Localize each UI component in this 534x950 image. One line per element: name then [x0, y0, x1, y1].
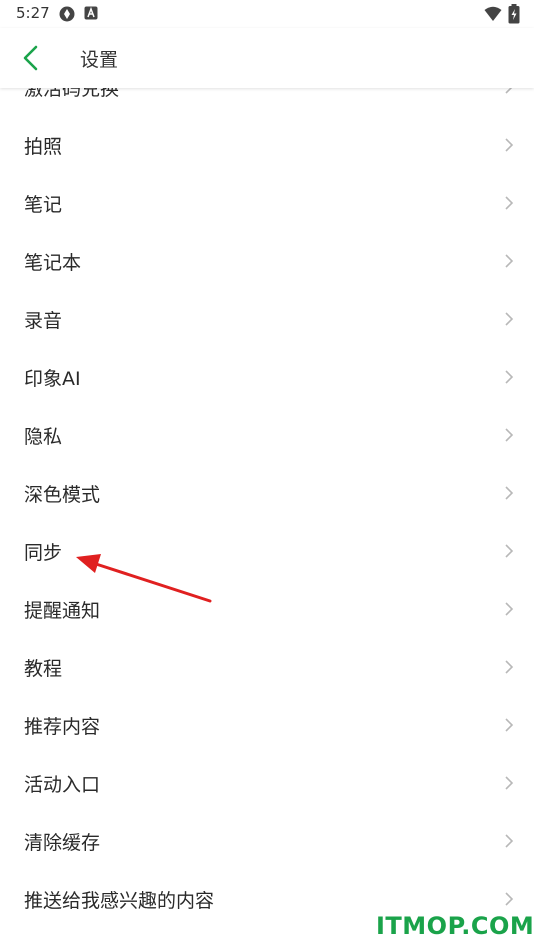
- settings-item-tutorial[interactable]: 教程: [0, 638, 534, 696]
- chevron-right-icon: [505, 602, 514, 616]
- settings-item-camera[interactable]: 拍照: [0, 116, 534, 174]
- status-time: 5:27: [16, 4, 50, 22]
- watermark: ITMOP.COM: [376, 912, 534, 940]
- chevron-right-icon: [505, 254, 514, 268]
- chevron-right-icon: [505, 370, 514, 384]
- chevron-right-icon: [505, 196, 514, 210]
- settings-item-label: 清除缓存: [24, 832, 101, 854]
- settings-item-notebooks[interactable]: 笔记本: [0, 232, 534, 290]
- settings-item-events[interactable]: 活动入口: [0, 754, 534, 812]
- settings-item-label: 推荐内容: [24, 716, 101, 738]
- watermark-part1: ITMOP: [376, 912, 462, 940]
- settings-item-label: 印象AI: [24, 368, 81, 390]
- settings-item-notes[interactable]: 笔记: [0, 174, 534, 232]
- wifi-icon: [484, 6, 502, 21]
- settings-item-sync[interactable]: 同步: [0, 522, 534, 580]
- settings-item-label: 推送给我感兴趣的内容: [24, 890, 215, 912]
- settings-item-ai[interactable]: 印象AI: [0, 348, 534, 406]
- chevron-right-icon: [505, 312, 514, 326]
- chevron-right-icon: [505, 138, 514, 152]
- chevron-right-icon: [505, 834, 514, 848]
- chevron-right-icon: [505, 544, 514, 558]
- battery-icon: [508, 4, 520, 24]
- settings-item-privacy[interactable]: 隐私: [0, 406, 534, 464]
- settings-item-label: 隐私: [24, 426, 63, 448]
- settings-list[interactable]: 激活码兑换 拍照 笔记 笔记本 录音 印象AI 隐私 深色模式 同步 提醒通知 …: [0, 88, 534, 950]
- settings-item-label: 激活码兑换: [24, 88, 120, 100]
- settings-item-label: 同步: [24, 542, 63, 564]
- watermark-part2: .COM: [461, 912, 534, 940]
- settings-item-label: 教程: [24, 658, 63, 680]
- chevron-right-icon: [505, 892, 514, 906]
- settings-item-reminders[interactable]: 提醒通知: [0, 580, 534, 638]
- page-title: 设置: [80, 49, 119, 71]
- app-bar: 设置: [0, 28, 534, 88]
- settings-item-label: 活动入口: [24, 774, 101, 796]
- settings-item-label: 深色模式: [24, 484, 101, 506]
- chevron-right-icon: [505, 718, 514, 732]
- settings-item-dark-mode[interactable]: 深色模式: [0, 464, 534, 522]
- settings-item-recommended[interactable]: 推荐内容: [0, 696, 534, 754]
- chevron-right-icon: [505, 486, 514, 500]
- status-bar: 5:27: [0, 0, 534, 28]
- settings-item-label: 提醒通知: [24, 600, 101, 622]
- chevron-right-icon: [505, 88, 513, 94]
- settings-item-clear-cache[interactable]: 清除缓存: [0, 812, 534, 870]
- chevron-left-icon: [23, 45, 38, 71]
- a-letter-icon: [84, 6, 98, 20]
- settings-item-recording[interactable]: 录音: [0, 290, 534, 348]
- settings-item-redeem-code[interactable]: 激活码兑换: [0, 88, 534, 116]
- settings-item-label: 录音: [24, 310, 63, 332]
- settings-item-label: 笔记本: [24, 252, 82, 274]
- chevron-right-icon: [505, 776, 514, 790]
- settings-item-label: 拍照: [24, 136, 63, 158]
- settings-item-label: 笔记: [24, 194, 63, 216]
- chevron-right-icon: [505, 660, 514, 674]
- settings-list-inner: 激活码兑换 拍照 笔记 笔记本 录音 印象AI 隐私 深色模式 同步 提醒通知 …: [0, 88, 534, 928]
- camera-shutter-icon: [59, 6, 75, 22]
- chevron-right-icon: [505, 428, 514, 442]
- back-button[interactable]: [12, 38, 52, 78]
